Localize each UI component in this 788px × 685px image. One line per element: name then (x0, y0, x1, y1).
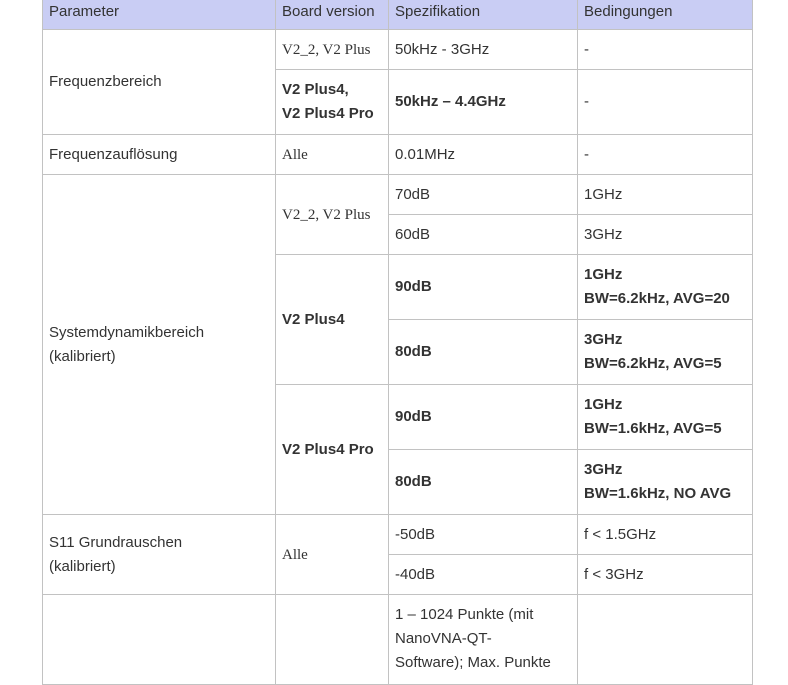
cond-cell: - (577, 69, 753, 135)
board-cell: V2 Plus4 (275, 254, 389, 385)
table-row: Frequenzbereich V2_2, V2 Plus 50kHz - 3G… (42, 29, 753, 135)
cond-cell: 1GHz BW=1.6kHz, AVG=5 (577, 384, 753, 450)
spec-cell: -50dB (388, 514, 578, 555)
table-row: Frequenzauflösung Alle 0.01MHz - (42, 134, 753, 175)
spec-cell: 50kHz - 3GHz (388, 29, 578, 70)
board-cell: V2_2, V2 Plus (275, 174, 389, 255)
header-parameter: Parameter (42, 0, 276, 30)
board-cell: V2 Plus4, V2 Plus4 Pro (275, 69, 389, 135)
spec-cell: -40dB (388, 554, 578, 595)
table-row: Systemdynamikbereich (kalibriert) V2_2, … (42, 174, 753, 515)
header-row: Parameter Board version Spezifikation Be… (42, 0, 753, 30)
param-s11-grundrauschen: S11 Grundrauschen (kalibriert) (42, 514, 276, 595)
table-row: S11 Grundrauschen (kalibriert) Alle -50d… (42, 514, 753, 595)
spec-cell: 90dB (388, 384, 578, 450)
board-cell: V2_2, V2 Plus (275, 29, 389, 70)
spec-cell: 80dB (388, 319, 578, 385)
spec-cell: 50kHz – 4.4GHz (388, 69, 578, 135)
cond-cell: f < 3GHz (577, 554, 753, 595)
spec-table: Parameter Board version Spezifikation Be… (42, 0, 753, 685)
cond-cell: f < 1.5GHz (577, 514, 753, 555)
cond-cell: 3GHz (577, 214, 753, 255)
spec-cell: 60dB (388, 214, 578, 255)
spec-cell: 0.01MHz (388, 134, 578, 175)
header-bedingungen: Bedingungen (577, 0, 753, 30)
param-systemdynamikbereich: Systemdynamikbereich (kalibriert) (42, 174, 276, 515)
table-row: 1 – 1024 Punkte (mit NanoVNA-QT- Softwar… (42, 594, 753, 685)
spec-cell: 70dB (388, 174, 578, 215)
spec-cell: 80dB (388, 449, 578, 515)
cond-cell: 3GHz BW=6.2kHz, AVG=5 (577, 319, 753, 385)
cond-cell: 1GHz BW=6.2kHz, AVG=20 (577, 254, 753, 320)
cond-cell: 3GHz BW=1.6kHz, NO AVG (577, 449, 753, 515)
cond-cell: 1GHz (577, 174, 753, 215)
header-spezifikation: Spezifikation (388, 0, 578, 30)
cond-cell: - (577, 134, 753, 175)
board-cell (275, 594, 389, 685)
spec-cell: 90dB (388, 254, 578, 320)
cond-cell: - (577, 29, 753, 70)
header-board-version: Board version (275, 0, 389, 30)
param-cell (42, 594, 276, 685)
param-frequenzbereich: Frequenzbereich (42, 29, 276, 135)
board-cell: V2 Plus4 Pro (275, 384, 389, 515)
param-frequenzaufloesung: Frequenzauflösung (42, 134, 276, 175)
board-cell: Alle (275, 514, 389, 595)
spec-cell: 1 – 1024 Punkte (mit NanoVNA-QT- Softwar… (388, 594, 578, 685)
cond-cell (577, 594, 753, 685)
board-cell: Alle (275, 134, 389, 175)
